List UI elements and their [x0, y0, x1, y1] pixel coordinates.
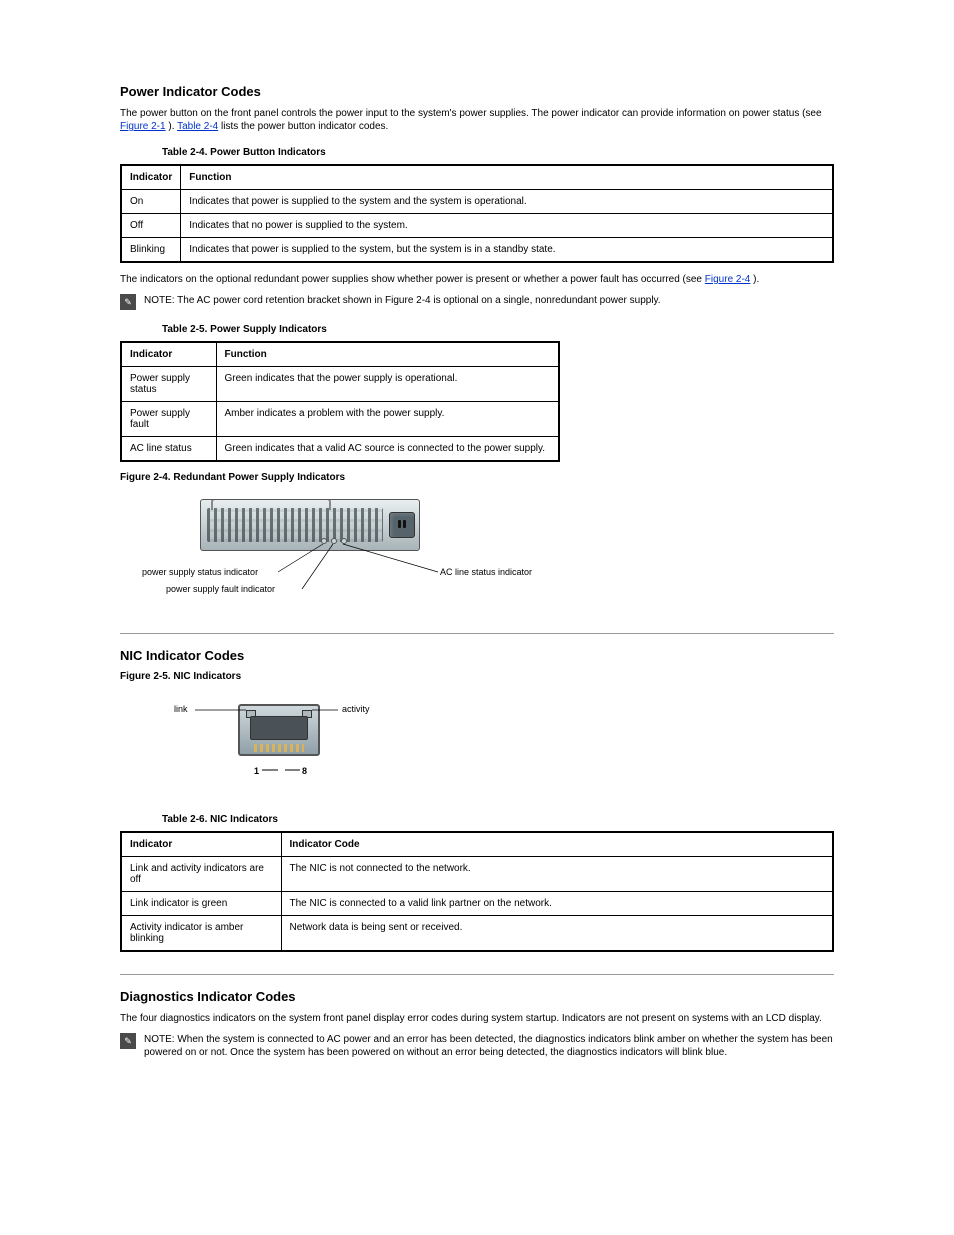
cell-function: Green indicates that a valid AC source i…: [216, 437, 559, 462]
note-text: NOTE: The AC power cord retention bracke…: [144, 294, 661, 307]
cell-indicator: Power supply status: [121, 367, 216, 402]
th-function: Function: [181, 165, 833, 190]
cell-indicator: Power supply fault: [121, 402, 216, 437]
th-code: Indicator Code: [281, 832, 833, 857]
note-retention-bracket: ✎ NOTE: The AC power cord retention brac…: [120, 294, 834, 310]
cell-code: The NIC is connected to a valid link par…: [281, 892, 833, 916]
table-2-6: Indicator Indicator Code Link and activi…: [120, 831, 834, 952]
cell-indicator: Activity indicator is amber blinking: [121, 916, 281, 952]
cell-function: Indicates that power is supplied to the …: [181, 190, 833, 214]
note-icon: ✎: [120, 1033, 136, 1049]
table-row: Power supply status Green indicates that…: [121, 367, 559, 402]
cell-code: Network data is being sent or received.: [281, 916, 833, 952]
ac-plug-icon: [389, 512, 415, 538]
cell-code: The NIC is not connected to the network.: [281, 857, 833, 892]
psu-fault-led-icon: [331, 538, 337, 544]
nic-heading: NIC Indicator Codes: [120, 648, 834, 663]
th-indicator: Indicator: [121, 342, 216, 367]
power-indicator-heading: Power Indicator Codes: [120, 84, 834, 99]
table-2-6-caption: Table 2-6. NIC Indicators: [162, 814, 834, 825]
label-ac-line: AC line status indicator: [440, 567, 532, 577]
th-indicator: Indicator: [121, 832, 281, 857]
link-figure-2-1[interactable]: Figure 2-1: [120, 121, 166, 132]
figure-2-4-caption: Figure 2-4. Redundant Power Supply Indic…: [120, 472, 834, 483]
diag-heading: Diagnostics Indicator Codes: [120, 989, 834, 1004]
text: lists the power button indicator codes.: [221, 121, 388, 132]
table-row: Link and activity indicators are off The…: [121, 857, 833, 892]
cell-indicator: Link indicator is green: [121, 892, 281, 916]
text: ).: [168, 121, 177, 132]
figure-2-4: power supply status indicator power supp…: [120, 491, 834, 611]
table-2-5-caption: Table 2-Table 2-5. Power Supply Indicato…: [162, 324, 834, 335]
link-table-2-4[interactable]: Table 2-4: [177, 121, 218, 132]
label-psu-status: power supply status indicator: [142, 567, 258, 577]
label-psu-fault: power supply fault indicator: [166, 584, 275, 594]
figure-2-5: link activity 1 8: [120, 690, 834, 800]
note-diag: ✎ NOTE: When the system is connected to …: [120, 1033, 834, 1059]
cell-function: Indicates that no power is supplied to t…: [181, 214, 833, 238]
redundant-psu-para: The indicators on the optional redundant…: [120, 273, 834, 286]
table-row: Power supply fault Amber indicates a pro…: [121, 402, 559, 437]
label-pin-8: 8: [302, 766, 307, 776]
psu-status-led-icon: [321, 538, 327, 544]
table-row: Off Indicates that no power is supplied …: [121, 214, 833, 238]
figure-2-5-caption: Figure 2-5. NIC Indicators: [120, 671, 834, 682]
cell-function: Amber indicates a problem with the power…: [216, 402, 559, 437]
label-link: link: [174, 704, 188, 714]
page-root: Power Indicator Codes The power button o…: [0, 0, 954, 1107]
table-2-4: Indicator Function On Indicates that pow…: [120, 164, 834, 263]
table-2-4-caption: Table 2-4. Power Button Indicators: [162, 147, 834, 158]
cell-indicator: AC line status: [121, 437, 216, 462]
text: The power button on the front panel cont…: [120, 108, 822, 119]
table-row: On Indicates that power is supplied to t…: [121, 190, 833, 214]
rj45-port-icon: [238, 704, 320, 756]
cell-function: Indicates that power is supplied to the …: [181, 238, 833, 263]
text: 5. Power Supply Indicators: [199, 324, 327, 335]
text: The indicators on the optional redundant…: [120, 274, 705, 285]
cell-function: Green indicates that the power supply is…: [216, 367, 559, 402]
table-row: AC line status Green indicates that a va…: [121, 437, 559, 462]
power-intro-para: The power button on the front panel cont…: [120, 107, 834, 133]
diag-para: The four diagnostics indicators on the s…: [120, 1012, 834, 1025]
psu-acline-led-icon: [341, 538, 347, 544]
table-2-5: Indicator Function Power supply status G…: [120, 341, 560, 462]
table-row: Activity indicator is amber blinking Net…: [121, 916, 833, 952]
text: ).: [753, 274, 759, 285]
label-activity: activity: [342, 704, 370, 714]
link-figure-2-4[interactable]: Figure 2-4: [705, 274, 751, 285]
th-function: Function: [216, 342, 559, 367]
section-divider: [120, 633, 834, 634]
note-text: NOTE: When the system is connected to AC…: [144, 1033, 834, 1059]
th-indicator: Indicator: [121, 165, 181, 190]
table-row: Link indicator is green The NIC is conne…: [121, 892, 833, 916]
label-pin-1: 1: [254, 766, 259, 776]
section-divider: [120, 974, 834, 975]
text: Table 2-: [162, 324, 199, 335]
cell-indicator: On: [121, 190, 181, 214]
cell-indicator: Blinking: [121, 238, 181, 263]
cell-indicator: Off: [121, 214, 181, 238]
note-icon: ✎: [120, 294, 136, 310]
table-row: Blinking Indicates that power is supplie…: [121, 238, 833, 263]
cell-indicator: Link and activity indicators are off: [121, 857, 281, 892]
